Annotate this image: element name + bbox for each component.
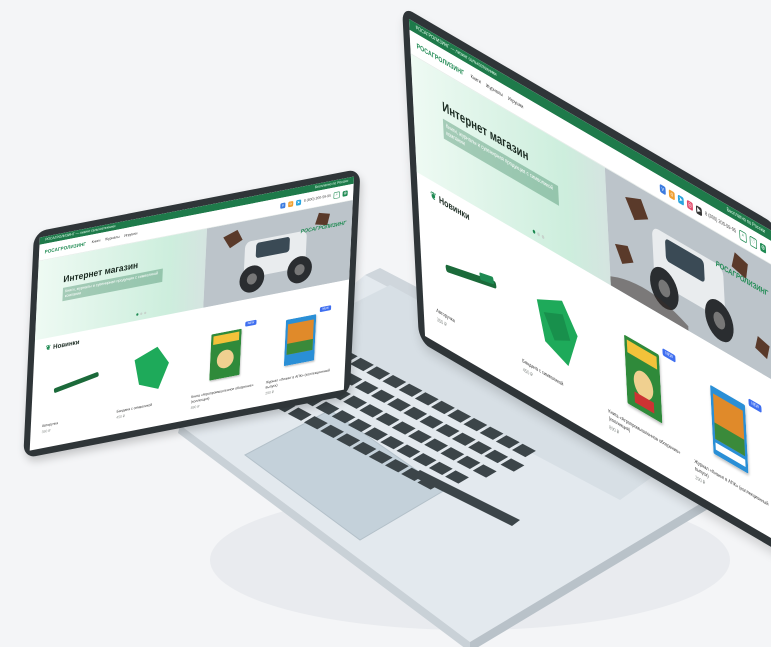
product-image-book[interactable]: NEW (191, 318, 258, 391)
nav-item-books[interactable]: Книги (471, 74, 481, 85)
product-image-magazine[interactable]: NEW (266, 304, 333, 377)
ok-icon[interactable]: o (288, 200, 294, 208)
carousel-dots (136, 311, 147, 316)
product-card[interactable]: Бандана с символикой 450 ₽ (116, 333, 184, 425)
phone-number[interactable]: 8 (800) 200-59-95 (304, 194, 331, 204)
new-badge: NEW (748, 398, 762, 414)
instagram-icon[interactable]: ◎ (686, 199, 693, 211)
product-card[interactable]: Авторучка 350 ₽ (41, 347, 109, 439)
cart-icon[interactable]: ⊕ (342, 190, 348, 197)
carousel-dots (532, 229, 545, 240)
nav-item-toys[interactable]: Игрушки (124, 232, 137, 238)
product-image-pen[interactable] (42, 347, 109, 420)
youtube-icon[interactable]: ▶ (695, 204, 703, 217)
new-badge: NEW (245, 319, 257, 327)
search-icon[interactable]: ⌕ (333, 190, 340, 199)
carousel-dot[interactable] (136, 313, 139, 316)
cart-icon[interactable]: ⊕ (759, 241, 767, 254)
nav-item-magazines[interactable]: Журналы (105, 235, 120, 242)
vk-icon[interactable]: v (659, 183, 666, 195)
nav-item-magazines[interactable]: Журналы (486, 83, 503, 98)
carousel-dot[interactable] (537, 231, 540, 237)
new-badge: NEW (319, 305, 332, 313)
product-image-bandana[interactable] (117, 333, 184, 406)
new-badge: NEW (662, 348, 676, 363)
section-title-text: Новинки (52, 338, 80, 351)
ok-icon[interactable]: o (668, 188, 675, 201)
leaf-icon: ❦ (45, 343, 52, 353)
nav-item-toys[interactable]: Игрушки (508, 96, 524, 110)
leaf-icon: ❦ (430, 189, 437, 204)
hero-subtitle: Книги, журналы и сувенирная продукция с … (442, 118, 560, 206)
nav-item-books[interactable]: Книги (92, 239, 101, 244)
search-icon[interactable]: ⌕ (739, 228, 747, 244)
telegram-icon[interactable]: ➤ (677, 193, 684, 206)
carousel-dot[interactable] (144, 311, 147, 315)
device-mockup-stage: РОСАГРОЛИЗИНГ — лизинг сельхозтехники Бе… (0, 0, 771, 647)
vk-icon[interactable]: v (280, 202, 286, 209)
carousel-dot[interactable] (532, 229, 536, 235)
telegram-icon[interactable]: ➤ (295, 199, 302, 206)
product-card[interactable]: NEW Книга «Агропромышленное обозрение» (… (191, 318, 259, 410)
product-card[interactable]: NEW Журнал «Лизинг в АПК» (коллекционный… (265, 304, 333, 396)
carousel-dot[interactable] (541, 234, 545, 240)
heart-icon[interactable]: ♡ (749, 234, 758, 250)
carousel-dot[interactable] (140, 312, 143, 316)
